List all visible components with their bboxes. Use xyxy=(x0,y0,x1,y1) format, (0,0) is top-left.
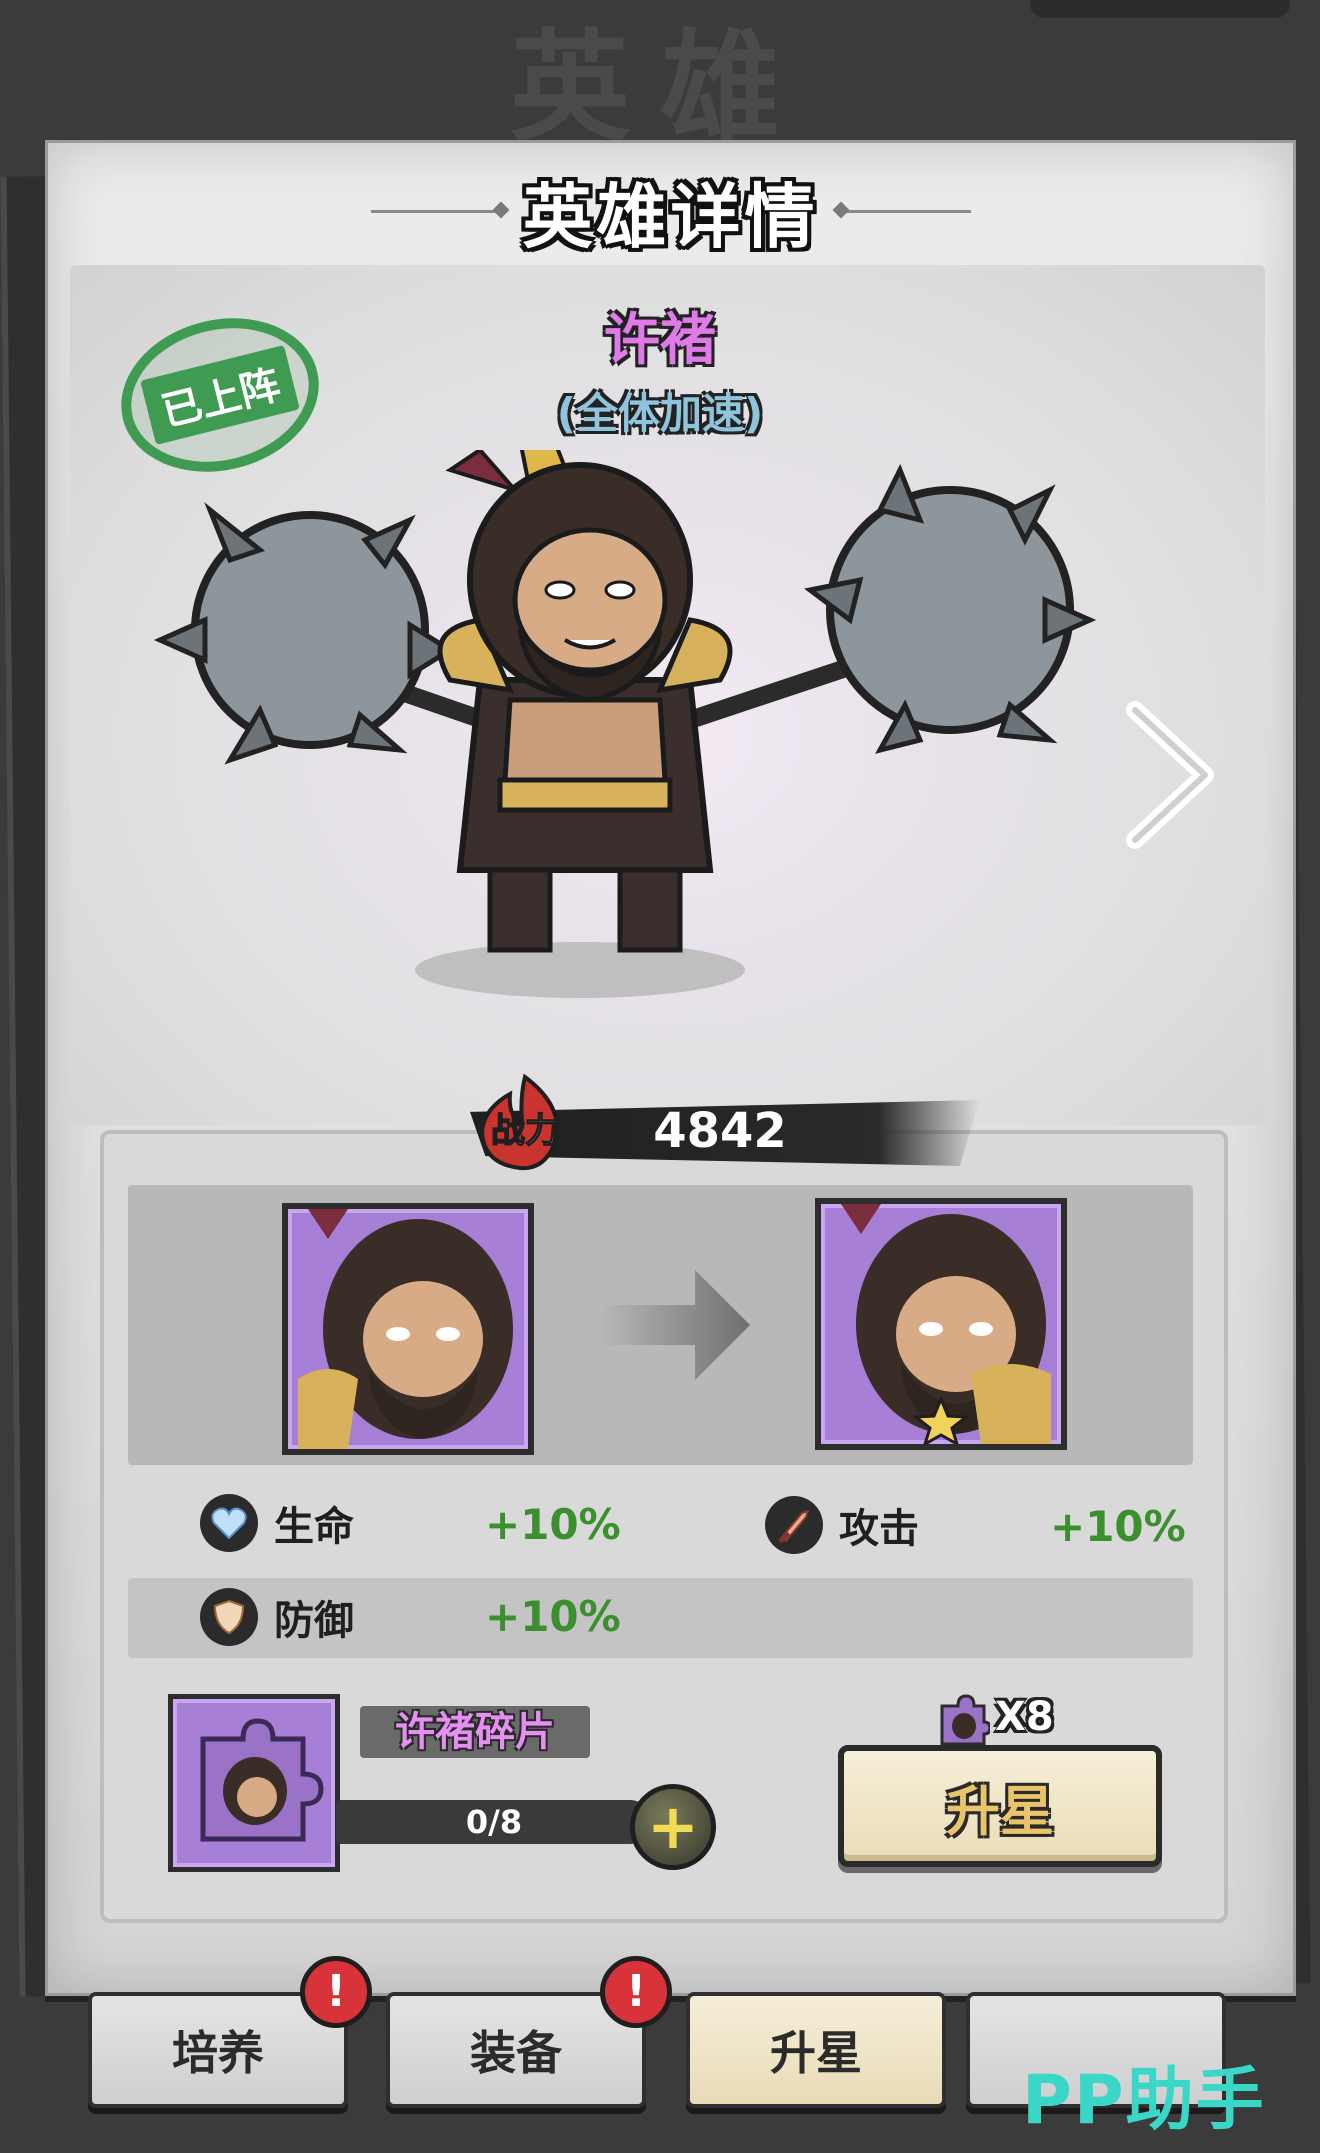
hero-character-art xyxy=(153,450,1097,998)
arrow-right-icon xyxy=(600,1270,750,1380)
stat-hp-label: 生命 xyxy=(274,1504,354,1550)
shield-icon xyxy=(200,1588,258,1646)
stat-attack: 攻击 xyxy=(765,1490,919,1560)
shard-item[interactable] xyxy=(168,1694,340,1872)
hero-portrait-icon xyxy=(841,1204,1051,1444)
alert-icon: ! xyxy=(325,1966,347,2017)
card-header: 英雄详情 xyxy=(48,161,1293,261)
alert-icon: ! xyxy=(625,1966,647,2017)
portrait-current xyxy=(282,1203,534,1455)
tab-star-up-label: 升星 xyxy=(770,2026,862,2080)
upgrade-star-button[interactable]: 升星 xyxy=(838,1745,1162,1867)
shard-cost: X8 xyxy=(995,1694,1054,1740)
upgrade-star-label: 升星 xyxy=(946,1779,1054,1843)
stat-hp-bonus: +10% xyxy=(485,1500,621,1549)
stat-attack-label: 攻击 xyxy=(839,1506,919,1552)
plus-icon: + xyxy=(647,1790,699,1863)
title-ornament-right xyxy=(840,209,971,213)
top-status-pill xyxy=(1030,0,1290,18)
title-ornament-left xyxy=(370,209,501,213)
shard-cost-icon xyxy=(940,1694,990,1746)
tab-equipment-label: 装备 xyxy=(470,2026,562,2080)
hero-name: 许褚 xyxy=(604,308,716,373)
puzzle-shard-icon xyxy=(200,1718,324,1842)
power-flame-icon: 战力 xyxy=(479,1073,560,1171)
portrait-next-star xyxy=(815,1198,1067,1450)
card-title: 英雄详情 xyxy=(522,174,819,258)
shard-progress-text: 0/8 xyxy=(465,1803,523,1841)
heart-icon xyxy=(200,1494,258,1552)
stat-defense-label: 防御 xyxy=(274,1598,354,1644)
stat-hp: 生命 xyxy=(200,1488,354,1558)
sword-icon xyxy=(765,1496,823,1554)
power-value: 4842 xyxy=(653,1103,787,1159)
power-label: 战力 xyxy=(491,1111,559,1151)
tab-train-alert: ! xyxy=(300,1956,372,2028)
stat-defense: 防御 xyxy=(200,1582,354,1652)
hero-skill: (全体加速) xyxy=(556,389,764,438)
watermark: PP助手 xyxy=(1022,2061,1266,2140)
hero-portrait-icon xyxy=(298,1209,513,1449)
add-shard-button[interactable]: + xyxy=(630,1784,716,1870)
tab-train-label: 培养 xyxy=(172,2026,264,2080)
stat-defense-bonus: +10% xyxy=(485,1592,621,1641)
next-hero-arrow-icon[interactable] xyxy=(1125,700,1215,850)
stat-attack-bonus: +10% xyxy=(1050,1502,1186,1551)
tab-star-up[interactable]: 升星 xyxy=(686,1992,946,2108)
shard-name: 许褚碎片 xyxy=(395,1709,555,1755)
tab-equipment-alert: ! xyxy=(600,1956,672,2028)
